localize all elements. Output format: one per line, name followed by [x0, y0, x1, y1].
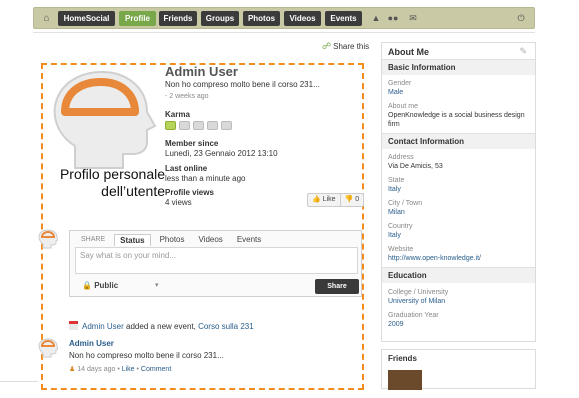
share-box: SHARE Status Photos Videos Events Say wh… — [69, 230, 362, 297]
chevron-down-icon[interactable]: ▾ — [155, 281, 159, 289]
share-this-label: Share this — [333, 42, 370, 51]
post-comment-link[interactable]: Comment — [141, 366, 171, 373]
profile-views-label: Profile views — [165, 188, 214, 197]
tab-friends[interactable]: Friends — [159, 11, 197, 26]
profile-status: Non ho compreso molto bene il corso 231.… — [165, 80, 320, 89]
contact-info-header: Contact Information — [382, 133, 535, 149]
karma-rating — [165, 121, 232, 130]
privacy-value: Public — [94, 281, 119, 290]
post-author-link[interactable]: Admin User — [69, 339, 114, 348]
logout-power-icon[interactable]: ⏻ — [514, 11, 528, 26]
website-link[interactable]: http://www.open-knowledge.it/ — [388, 254, 531, 263]
karma-point-icon — [207, 121, 218, 130]
college-value[interactable]: University of Milan — [388, 297, 531, 306]
edit-pencil-icon[interactable]: ✎ — [519, 46, 527, 57]
friends-panel: Friends — [381, 349, 536, 390]
college-label: College / University — [388, 289, 449, 296]
karma-label: Karma — [165, 110, 190, 119]
left-divider — [0, 381, 38, 382]
profile-name: Admin User — [165, 64, 238, 79]
tab-photos[interactable]: Photos — [243, 11, 280, 26]
tab-photos-share[interactable]: Photos — [155, 234, 190, 246]
profile-views-value: 4 views — [165, 198, 192, 207]
activity-target-link[interactable]: Corso sulla 231 — [198, 322, 254, 331]
gender-value[interactable]: Male — [388, 88, 531, 97]
post-author-avatar[interactable] — [38, 338, 58, 358]
top-navigation: ⌂ HomeSocial Profile Friends Groups Phot… — [33, 7, 535, 29]
user-avatar-small — [38, 229, 58, 249]
like-dislike-box: 👍 Like 👎 0 — [307, 193, 365, 207]
dislike-button[interactable]: 👎 0 — [339, 194, 364, 206]
city-label: City / Town — [388, 200, 423, 207]
tab-videos[interactable]: Videos — [284, 11, 321, 26]
gender-label: Gender — [388, 80, 412, 87]
share-tabs-title: SHARE — [81, 236, 106, 243]
calendar-icon — [69, 321, 78, 330]
country-value[interactable]: Italy — [388, 231, 531, 240]
about-label: About me — [388, 103, 418, 110]
state-value[interactable]: Italy — [388, 185, 531, 194]
notifications-bell-icon[interactable]: ▲ — [369, 11, 383, 26]
karma-point-icon — [193, 121, 204, 130]
post-text: Non ho compreso molto bene il corso 231.… — [69, 351, 224, 360]
tab-groups[interactable]: Groups — [201, 11, 239, 26]
share-button[interactable]: Share — [315, 279, 359, 294]
dislike-count: 0 — [355, 196, 360, 203]
post-meta: ♟ 14 days ago • Like • Comment — [69, 366, 172, 373]
share-icon: ☍ — [322, 41, 332, 51]
annotation-profile-label: Profilo personale dell’utente — [59, 166, 165, 199]
graduation-label: Graduation Year — [388, 312, 439, 319]
activity-action: added a new event, — [123, 322, 199, 331]
last-online-value: less than a minute ago — [165, 174, 246, 183]
karma-point-icon — [179, 121, 190, 130]
graduation-value[interactable]: 2009 — [388, 320, 531, 329]
activity-actor-link[interactable]: Admin User — [82, 322, 124, 331]
country-label: Country — [388, 223, 413, 230]
state-label: State — [388, 177, 405, 184]
website-label: Website — [388, 246, 414, 253]
post-like-link[interactable]: Like — [122, 366, 135, 373]
tab-profile[interactable]: Profile — [119, 11, 156, 26]
about-me-title: About Me — [388, 47, 429, 57]
friend-requests-icon[interactable]: ●● — [386, 11, 400, 26]
karma-point-icon — [221, 121, 232, 130]
status-timestamp: - 2 weeks ago — [165, 93, 209, 100]
about-value: OpenKnowledge is a social business desig… — [388, 112, 525, 128]
share-this-link[interactable]: ☍ Share this — [322, 41, 369, 52]
nav-divider — [33, 32, 535, 33]
last-online-label: Last online — [165, 164, 208, 173]
tab-homesocial[interactable]: HomeSocial — [58, 11, 115, 26]
post-time: 14 days ago — [77, 366, 116, 373]
status-input[interactable]: Say what is on your mind... — [75, 247, 358, 274]
person-icon: ♟ — [69, 366, 76, 373]
member-since-label: Member since — [165, 139, 219, 148]
activity-item: Admin User added a new event, Corso sull… — [69, 321, 254, 331]
address-label: Address — [388, 154, 414, 161]
tab-status[interactable]: Status — [114, 234, 151, 246]
member-since-value: Lunedì, 23 Gennaio 2012 13:10 — [165, 149, 278, 158]
friends-title: Friends — [388, 354, 417, 363]
messages-icon[interactable]: ✉ — [406, 11, 420, 26]
about-me-panel: About Me ✎ Basic Information Gender Male… — [381, 42, 536, 342]
address-value: Via De Amicis, 53 — [388, 163, 443, 170]
home-icon[interactable]: ⌂ — [39, 11, 54, 26]
share-tabs: SHARE Status Photos Videos Events — [76, 234, 266, 246]
city-value[interactable]: Milan — [388, 208, 531, 217]
like-button[interactable]: 👍 Like — [308, 194, 340, 206]
education-header: Education — [382, 267, 535, 283]
karma-point-icon — [165, 121, 176, 130]
privacy-select[interactable]: 🔒 Public — [82, 281, 118, 290]
tab-events[interactable]: Events — [325, 11, 362, 26]
friend-thumbnail[interactable] — [388, 370, 422, 390]
profile-avatar[interactable] — [47, 68, 157, 178]
tab-events-share[interactable]: Events — [232, 234, 266, 246]
basic-info-header: Basic Information — [382, 59, 535, 75]
like-label: Like — [322, 196, 336, 203]
tab-videos-share[interactable]: Videos — [193, 234, 227, 246]
